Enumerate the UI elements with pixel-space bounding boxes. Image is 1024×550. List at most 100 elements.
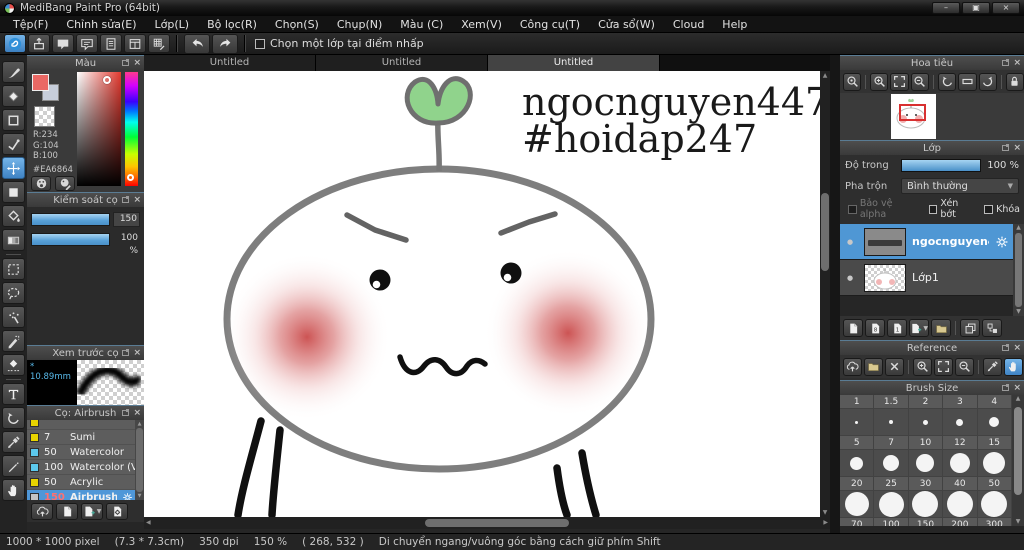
brush-size-option-7[interactable] xyxy=(874,450,909,477)
brush-size-label-1.5[interactable]: 1.5 xyxy=(874,395,909,409)
layer-row-l-p1[interactable]: ● Lớp1 xyxy=(840,260,1013,296)
scroll-right-icon[interactable]: ▶ xyxy=(823,519,828,526)
brush-item-airbrush[interactable]: 150 Airbrush xyxy=(27,490,135,500)
brush-size-option-50[interactable] xyxy=(977,491,1012,518)
shape-tool[interactable] xyxy=(2,109,25,131)
rotate-left-button[interactable] xyxy=(937,72,957,91)
zoom-in-button[interactable] xyxy=(870,72,889,91)
magic-wand-tool[interactable] xyxy=(2,306,25,328)
menu-item-màu[interactable]: Màu (C) xyxy=(391,16,452,33)
brush-size-option-12[interactable] xyxy=(943,450,978,477)
popout-icon[interactable] xyxy=(1002,144,1010,151)
popout-icon[interactable] xyxy=(122,59,130,66)
lasso-tool[interactable] xyxy=(2,282,25,304)
layer-list-scrollbar[interactable]: ▲ ▼ xyxy=(1013,224,1024,316)
brush-size-label-40[interactable]: 40 xyxy=(943,477,978,491)
navigator-viewport-rect[interactable] xyxy=(899,104,926,121)
palette-edit-button[interactable] xyxy=(55,176,75,191)
blend-mode-select[interactable]: Bình thường ▼ xyxy=(901,178,1019,194)
navigator-view[interactable] xyxy=(840,93,1024,140)
popout-icon[interactable] xyxy=(122,196,130,203)
sv-marker-icon[interactable] xyxy=(103,76,111,84)
menu-item-tệp[interactable]: Tệp(F) xyxy=(4,16,57,33)
close-icon[interactable]: × xyxy=(133,348,141,358)
popout-icon[interactable] xyxy=(1002,59,1010,66)
brush-item-partial[interactable] xyxy=(27,420,135,430)
popout-icon[interactable] xyxy=(1002,344,1010,351)
brush-size-label-10[interactable]: 10 xyxy=(908,436,944,450)
import-brush-button[interactable]: ▼ xyxy=(81,502,103,520)
checkbox-kh-a[interactable]: Khóa xyxy=(984,204,1020,215)
brush-opacity-slider[interactable] xyxy=(31,233,110,246)
chat-button[interactable] xyxy=(76,34,98,53)
brush-size-option-30[interactable] xyxy=(908,491,944,518)
brush-list-scrollbar[interactable]: ▲ ▼ xyxy=(135,420,144,500)
navigator-header[interactable]: Hoa tiêu × xyxy=(840,55,1024,70)
document-tab-1[interactable]: Untitled xyxy=(316,55,488,71)
close-icon[interactable]: × xyxy=(133,408,141,418)
layer-pick-checkbox[interactable] xyxy=(255,38,265,49)
brush-item-watercolor[interactable]: 50 Watercolor xyxy=(27,445,135,460)
menu-item-help[interactable]: Help xyxy=(713,16,756,33)
brush-size-label-7[interactable]: 7 xyxy=(874,436,909,450)
close-icon[interactable]: × xyxy=(1013,343,1021,353)
pen-tool[interactable] xyxy=(2,455,25,477)
layer-panel-header[interactable]: Lớp × xyxy=(840,140,1024,155)
scrollbar-thumb[interactable] xyxy=(821,193,829,271)
notes-button[interactable] xyxy=(100,34,122,53)
brush-size-scrollbar[interactable]: ▲ ▼ xyxy=(1012,395,1024,526)
document-tab-0[interactable]: Untitled xyxy=(144,55,316,71)
brush-size-slider[interactable] xyxy=(31,213,110,226)
add-brush-button[interactable] xyxy=(56,502,78,520)
zoom-out-button[interactable] xyxy=(910,72,930,91)
brush-size-label-3[interactable]: 3 xyxy=(943,395,978,409)
select-eraser-tool[interactable] xyxy=(2,354,25,376)
scroll-up-icon[interactable]: ▲ xyxy=(820,72,830,79)
menu-item-chỉnhsửa[interactable]: Chỉnh sửa(E) xyxy=(57,16,145,33)
navigator-thumbnail[interactable] xyxy=(891,94,936,139)
brush-size-value[interactable]: 150 xyxy=(113,212,140,227)
brush-size-label-150[interactable]: 150 xyxy=(909,518,944,526)
menu-item-lớp[interactable]: Lớp(L) xyxy=(146,16,199,33)
brush-size-option-10[interactable] xyxy=(908,450,944,477)
scrollbar-thumb[interactable] xyxy=(1014,407,1022,495)
layer-settings-gear[interactable] xyxy=(995,235,1009,249)
select-rect-tool[interactable] xyxy=(2,258,25,280)
menu-item-chọn[interactable]: Chọn(S) xyxy=(266,16,328,33)
bucket-tool[interactable] xyxy=(2,205,25,227)
layer-visibility-toggle[interactable]: ● xyxy=(842,274,858,282)
snap-tool[interactable] xyxy=(2,133,25,155)
brush-size-label-20[interactable]: 20 xyxy=(840,477,875,491)
window-layout-button[interactable] xyxy=(124,34,146,53)
new-8bit-layer-button[interactable]: 8 xyxy=(865,319,885,337)
menu-item-xem[interactable]: Xem(V) xyxy=(452,16,511,33)
upload-image-button[interactable] xyxy=(843,357,862,376)
layer-row-ngocnguyen447[interactable]: ● ngocnguyen447 xyxy=(840,224,1013,260)
material-grid-button[interactable] xyxy=(148,34,170,53)
restore-button[interactable]: ▣ xyxy=(962,2,990,14)
publish-button[interactable] xyxy=(28,34,50,53)
scroll-left-icon[interactable]: ◀ xyxy=(146,519,151,526)
brush-size-option-5[interactable] xyxy=(840,450,875,477)
select-fill-tool[interactable] xyxy=(2,181,25,203)
minimize-button[interactable]: – xyxy=(932,2,960,14)
saturation-value-picker[interactable] xyxy=(77,72,121,186)
duplicate-layer-button[interactable] xyxy=(960,319,980,337)
eyedropper-button[interactable] xyxy=(983,357,1002,376)
brush-size-label-5[interactable]: 5 xyxy=(840,436,875,450)
text-tool[interactable] xyxy=(2,383,25,405)
brush-size-label-4[interactable]: 4 xyxy=(977,395,1012,409)
scroll-down-icon[interactable]: ▼ xyxy=(138,493,142,499)
canvas-vertical-scrollbar[interactable]: ▲ ▼ xyxy=(820,71,830,517)
brush-settings-gear[interactable] xyxy=(122,492,133,500)
scrollbar-thumb[interactable] xyxy=(136,428,143,492)
brush-preview-header[interactable]: Xem trước cọ × xyxy=(27,345,144,360)
brush-size-option-40[interactable] xyxy=(943,491,978,518)
close-icon[interactable]: × xyxy=(133,58,141,68)
brush-settings-button[interactable] xyxy=(106,502,128,520)
brush-size-option-15[interactable] xyxy=(977,450,1012,477)
close-icon[interactable]: × xyxy=(1013,143,1021,153)
scroll-down-icon[interactable]: ▼ xyxy=(1012,518,1024,525)
move-tool[interactable] xyxy=(2,157,25,179)
scroll-down-icon[interactable]: ▼ xyxy=(1013,308,1024,315)
